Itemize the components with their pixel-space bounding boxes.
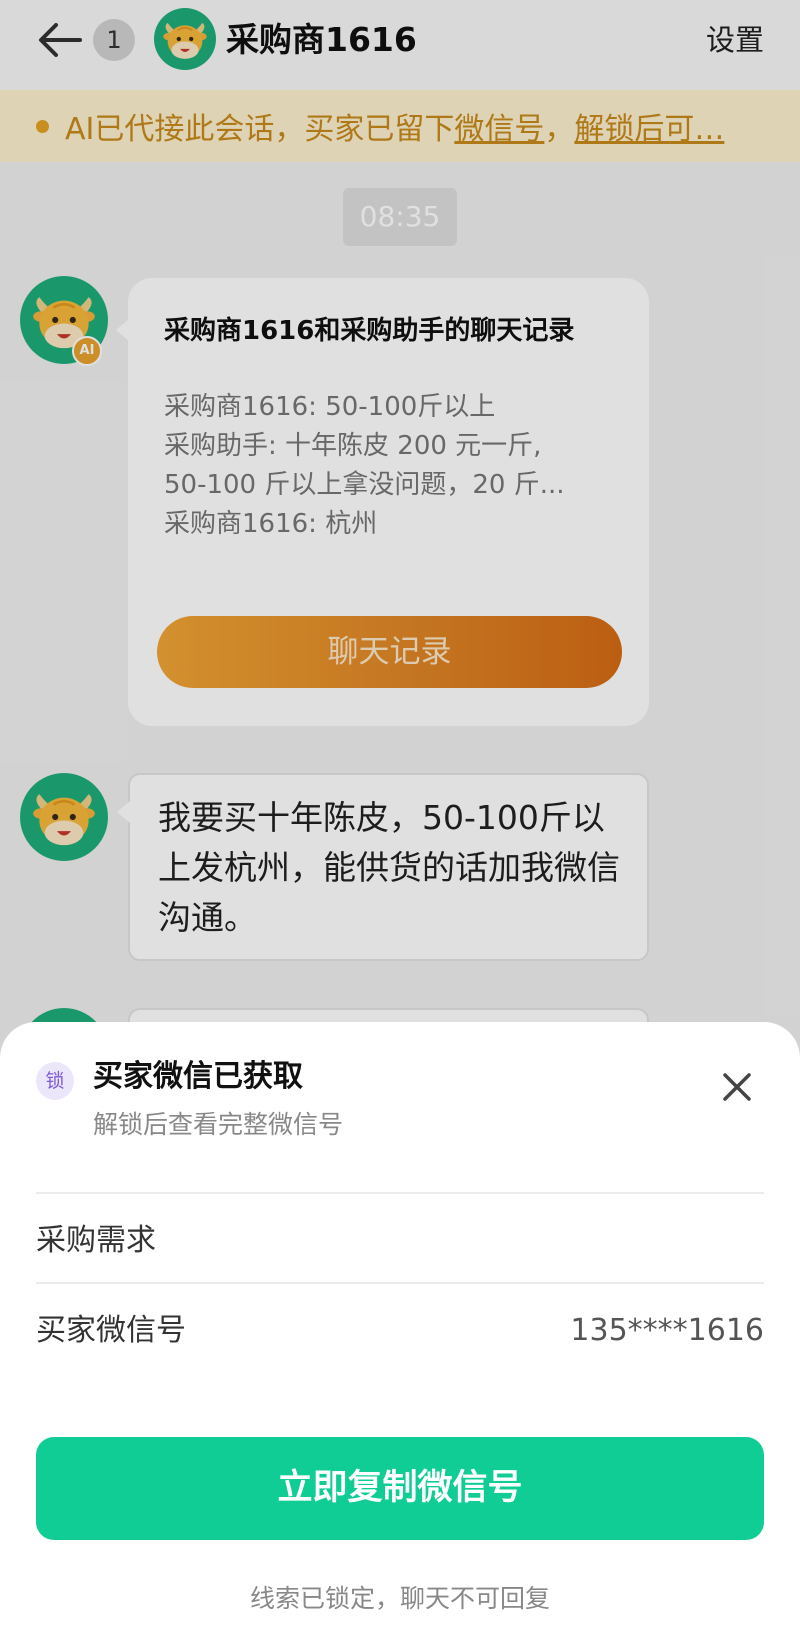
lock-icon: 锁 (36, 1062, 74, 1100)
sheet-title: 买家微信已获取 (93, 1059, 303, 1094)
buyer-wechat-value: 135****1616 (570, 1313, 764, 1348)
divider (36, 1282, 764, 1284)
purchase-demand-label: 采购需求 (36, 1223, 156, 1258)
unlock-bottom-sheet: 锁 买家微信已获取 解锁后查看完整微信号 采购需求 买家微信号 135****1… (0, 1022, 800, 1643)
locked-notice: 线索已锁定，聊天不可回复 (249, 1584, 550, 1613)
copy-wechat-button[interactable]: 立即复制微信号 (36, 1437, 764, 1540)
buyer-wechat-label: 买家微信号 (36, 1313, 186, 1348)
close-icon[interactable] (720, 1070, 754, 1104)
divider (36, 1192, 764, 1194)
sheet-subtitle: 解锁后查看完整微信号 (93, 1110, 344, 1139)
